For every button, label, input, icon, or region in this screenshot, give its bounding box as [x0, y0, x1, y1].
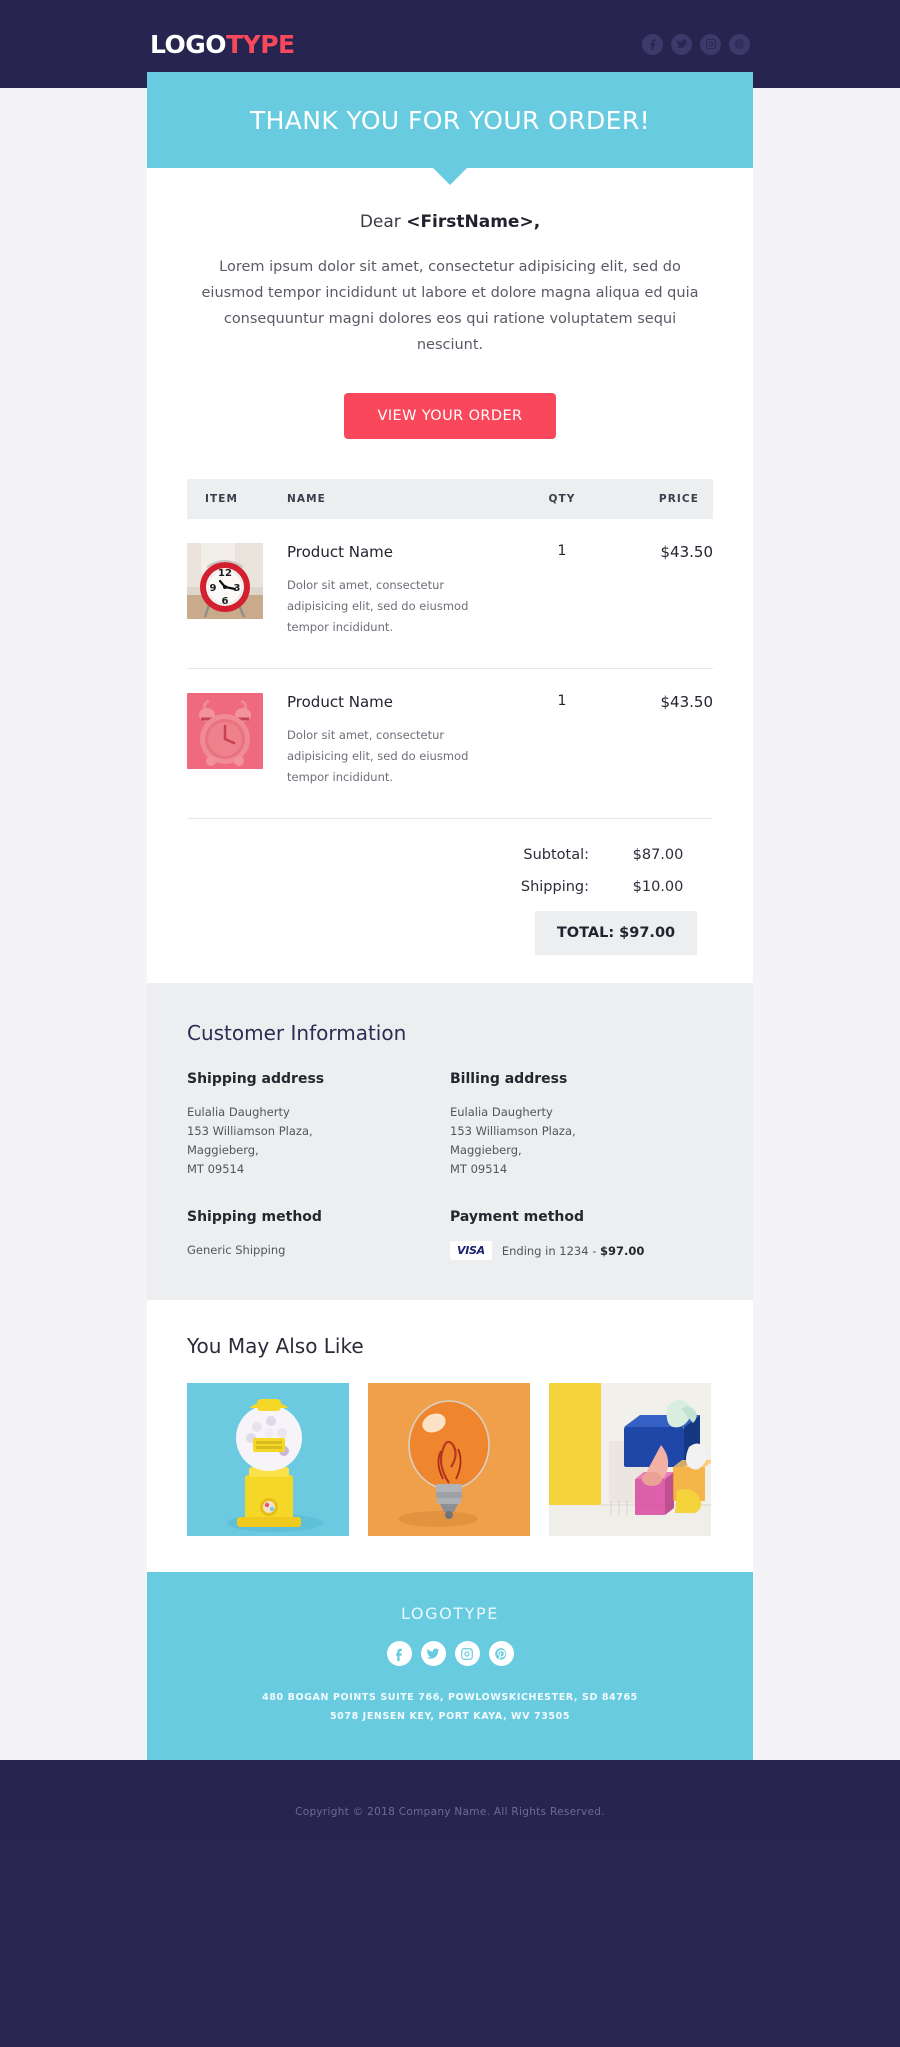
- order-table-head: ITEM NAME QTY PRICE: [187, 479, 713, 519]
- copyright-bar: Copyright © 2018 Company Name. All Right…: [0, 1760, 900, 1836]
- product-name: Product Name: [287, 693, 393, 711]
- twitter-icon[interactable]: [420, 1641, 446, 1666]
- product-image-cell: [187, 668, 287, 819]
- column-header-price: PRICE: [622, 479, 713, 519]
- order-table-body: 12 3 6 9 Product Name Dolor sit amet, co…: [187, 519, 713, 819]
- billing-address-line2: 153 Williamson Plaza,: [450, 1124, 576, 1138]
- billing-address-line4: MT 09514: [450, 1162, 508, 1176]
- facebook-icon[interactable]: [386, 1641, 412, 1666]
- email-footer: LOGOTYPE 480 BOGAN POINTS SUITE 766, POW…: [147, 1572, 753, 1760]
- method-grid: Shipping method Generic Shipping Payment…: [187, 1179, 713, 1260]
- product-price: $43.50: [622, 668, 713, 819]
- shipping-row: Shipping: $10.00: [187, 879, 713, 895]
- pink-alarm-clock-thumbnail[interactable]: [187, 693, 263, 769]
- visa-card-icon: VISA: [450, 1241, 492, 1260]
- shipping-address-line3: Maggieberg,: [187, 1143, 259, 1157]
- footer-logo: LOGOTYPE: [400, 1604, 500, 1623]
- subtotal-row: Subtotal: $87.00: [187, 847, 713, 863]
- customer-information-section: Customer Information Shipping address Eu…: [147, 983, 753, 1300]
- table-row: 12 3 6 9 Product Name Dolor sit amet, co…: [187, 519, 713, 669]
- hero-arrow-decoration: [433, 168, 467, 185]
- view-your-order-button[interactable]: VIEW YOUR ORDER: [343, 393, 557, 439]
- address-grid: Shipping address Eulalia Daugherty 153 W…: [187, 1071, 713, 1179]
- payment-detail-amount: $97.00: [600, 1243, 645, 1258]
- brand-logo-part1: LOGO: [150, 29, 227, 59]
- email-container: THANK YOU FOR YOUR ORDER! Dear <FirstNam…: [147, 72, 753, 1760]
- recommendation-gumball-machine[interactable]: [187, 1383, 349, 1536]
- billing-address-line3: Maggieberg,: [450, 1143, 522, 1157]
- product-description: Dolor sit amet, consectetur adipisicing …: [287, 728, 469, 784]
- billing-address-line1: Eulalia Daugherty: [450, 1105, 553, 1119]
- payment-method-row: VISA Ending in 1234 - $97.00: [450, 1241, 713, 1260]
- payment-method-block: Payment method VISA Ending in 1234 - $97…: [450, 1209, 713, 1260]
- facebook-icon[interactable]: [642, 33, 663, 55]
- shipping-address-block: Shipping address Eulalia Daugherty 153 W…: [187, 1071, 450, 1179]
- copyright-text: Copyright © 2018 Company Name. All Right…: [295, 1806, 605, 1818]
- shipping-address-line2: 153 Williamson Plaza,: [187, 1124, 313, 1138]
- twitter-icon[interactable]: [671, 33, 692, 55]
- product-info-cell: Product Name Dolor sit amet, consectetur…: [287, 668, 502, 819]
- payment-method-heading: Payment method: [450, 1209, 585, 1225]
- payment-detail-prefix: Ending in 1234 -: [501, 1243, 601, 1258]
- shipping-address-heading: Shipping address: [187, 1071, 325, 1087]
- order-table-header-row: ITEM NAME QTY PRICE: [187, 479, 713, 519]
- greeting-name: <FirstName>,: [406, 212, 541, 232]
- you-may-also-like-section: You May Also Like: [147, 1300, 753, 1572]
- product-price: $43.50: [622, 519, 713, 669]
- shipping-value: $10.00: [632, 879, 684, 895]
- footer-address-line1: 480 BOGAN POINTS SUITE 766, POWLOWSKICHE…: [262, 1692, 638, 1703]
- shipping-address-line1: Eulalia Daugherty: [187, 1105, 290, 1119]
- customer-information-title: Customer Information: [187, 1021, 407, 1045]
- email-canvas: THANK YOU FOR YOUR ORDER! Dear <FirstNam…: [0, 72, 900, 1760]
- recommendation-grid: [187, 1383, 713, 1536]
- shipping-method-value: Generic Shipping: [187, 1243, 286, 1257]
- payment-detail: Ending in 1234 - $97.00: [502, 1244, 645, 1258]
- column-header-item: ITEM: [187, 479, 287, 519]
- brand-logo-part2: TYPE: [226, 29, 295, 59]
- product-image-cell: 12 3 6 9: [187, 519, 287, 669]
- instagram-icon[interactable]: [454, 1641, 480, 1666]
- intro-paragraph: Lorem ipsum dolor sit amet, consectetur …: [201, 259, 699, 353]
- billing-address-block: Billing address Eulalia Daugherty 153 Wi…: [450, 1071, 713, 1179]
- column-header-qty: QTY: [502, 479, 622, 519]
- greeting-prefix: Dear: [359, 212, 407, 232]
- shipping-method-block: Shipping method Generic Shipping: [187, 1209, 450, 1260]
- footer-address-line2: 5078 JENSEN KEY, PORT KAYA, WV 73505: [329, 1711, 571, 1722]
- table-row: Product Name Dolor sit amet, consectetur…: [187, 668, 713, 819]
- shipping-method-heading: Shipping method: [187, 1209, 322, 1225]
- order-summary-card: Dear <FirstName>, Lorem ipsum dolor sit …: [147, 168, 753, 983]
- pinterest-icon[interactable]: [729, 33, 750, 55]
- subtotal-label: Subtotal:: [523, 847, 589, 863]
- svg-text:6: 6: [222, 596, 229, 607]
- recommendation-light-bulb[interactable]: [368, 1383, 530, 1536]
- product-info-cell: Product Name Dolor sit amet, consectetur…: [287, 519, 502, 669]
- cta-row: VIEW YOUR ORDER: [187, 358, 713, 439]
- product-name: Product Name: [287, 543, 393, 561]
- grand-total-badge: TOTAL: $97.00: [535, 911, 697, 955]
- footer-social-links: [167, 1641, 733, 1688]
- header-social-links: [642, 33, 750, 55]
- column-header-name: NAME: [287, 479, 502, 519]
- shipping-address-line4: MT 09514: [187, 1162, 245, 1176]
- subtotal-value: $87.00: [632, 847, 684, 863]
- red-alarm-clock-thumbnail[interactable]: 12 3 6 9: [187, 543, 263, 619]
- product-qty: 1: [502, 519, 622, 669]
- brand-logo[interactable]: LOGOTYPE: [150, 32, 295, 57]
- billing-address-heading: Billing address: [450, 1071, 568, 1087]
- product-description: Dolor sit amet, consectetur adipisicing …: [287, 578, 469, 634]
- recommendation-plastic-blocks[interactable]: [549, 1383, 711, 1536]
- shipping-label: Shipping:: [520, 879, 589, 895]
- svg-text:9: 9: [210, 583, 217, 594]
- hero-banner: THANK YOU FOR YOUR ORDER!: [147, 72, 753, 185]
- order-totals: Subtotal: $87.00 Shipping: $10.00 TOTAL:…: [187, 819, 713, 955]
- hero-title: THANK YOU FOR YOUR ORDER!: [249, 106, 651, 135]
- svg-text:12: 12: [218, 568, 232, 579]
- you-may-also-like-title: You May Also Like: [187, 1334, 364, 1358]
- order-items-table: ITEM NAME QTY PRICE 12 3 6 9 Product Nam…: [187, 479, 713, 819]
- product-qty: 1: [502, 668, 622, 819]
- instagram-icon[interactable]: [700, 33, 721, 55]
- pinterest-icon[interactable]: [488, 1641, 514, 1666]
